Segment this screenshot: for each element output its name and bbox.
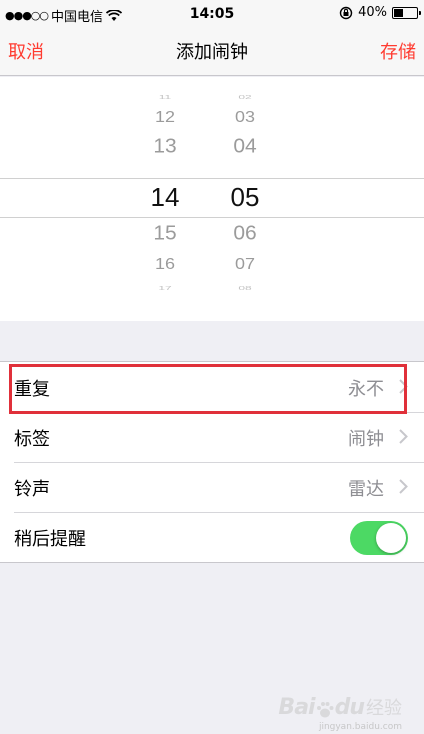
sound-row[interactable]: 铃声 雷达 <box>0 462 424 512</box>
label-row[interactable]: 标签 闹钟 <box>0 412 424 462</box>
watermark-url: jingyan.baidu.com <box>318 722 402 732</box>
minute-option[interactable]: 08 <box>215 285 275 291</box>
minute-option[interactable]: 02 <box>215 94 275 100</box>
hour-wheel[interactable]: 11 12 13 14 15 16 17 <box>135 77 195 321</box>
save-button[interactable]: 存储 <box>380 38 416 64</box>
watermark-logo: Bai <box>278 695 315 720</box>
chevron-right-icon <box>399 379 408 394</box>
page-title: 添加闹钟 <box>176 42 248 63</box>
battery-icon <box>392 6 421 19</box>
status-bar: ●●●○○ 中国电信 14:05 40% <box>0 0 424 28</box>
minute-wheel[interactable]: 02 03 04 05 06 07 08 <box>215 77 275 321</box>
minute-selected[interactable]: 05 <box>215 182 275 213</box>
snooze-label: 稍后提醒 <box>14 529 86 550</box>
chevron-right-icon <box>399 429 408 444</box>
snooze-toggle[interactable] <box>350 521 408 555</box>
battery-percent: 40% <box>358 5 387 20</box>
time-picker[interactable]: 11 12 13 14 15 16 17 02 03 04 05 06 07 08 <box>0 77 424 321</box>
rotation-lock-icon <box>339 6 353 20</box>
nav-bar: 取消 添加闹钟 存储 <box>0 28 424 76</box>
hour-option[interactable]: 11 <box>135 94 195 100</box>
minute-option[interactable]: 07 <box>215 256 275 274</box>
minute-option[interactable]: 03 <box>215 109 275 127</box>
repeat-row[interactable]: 重复 永不 <box>0 362 424 412</box>
hour-option[interactable]: 15 <box>135 223 195 246</box>
sound-value: 雷达 <box>348 479 384 500</box>
repeat-label: 重复 <box>14 379 50 400</box>
hour-option[interactable]: 16 <box>135 256 195 274</box>
paw-icon <box>315 700 335 720</box>
hour-option[interactable]: 13 <box>135 136 195 159</box>
watermark-logo-du: du <box>334 695 365 720</box>
hour-selected[interactable]: 14 <box>135 182 195 213</box>
label-value: 闹钟 <box>348 429 384 450</box>
toggle-knob <box>376 523 406 553</box>
label-label: 标签 <box>14 429 50 450</box>
watermark-text: 经验 <box>366 698 402 719</box>
picker-selection-top-line <box>0 178 424 179</box>
repeat-value: 永不 <box>348 379 384 400</box>
minute-option[interactable]: 06 <box>215 223 275 246</box>
picker-selection-bottom-line <box>0 217 424 218</box>
status-right: 40% <box>339 5 421 20</box>
hour-option[interactable]: 12 <box>135 109 195 127</box>
minute-option[interactable]: 04 <box>215 136 275 159</box>
alarm-settings-list: 重复 永不 标签 闹钟 铃声 雷达 稍后提醒 <box>0 361 424 563</box>
snooze-row: 稍后提醒 <box>0 512 424 562</box>
baidu-watermark: Bai du 经验 <box>278 694 402 720</box>
chevron-right-icon <box>399 479 408 494</box>
sound-label: 铃声 <box>14 479 50 500</box>
hour-option[interactable]: 17 <box>135 285 195 291</box>
battery-fill <box>394 8 403 17</box>
